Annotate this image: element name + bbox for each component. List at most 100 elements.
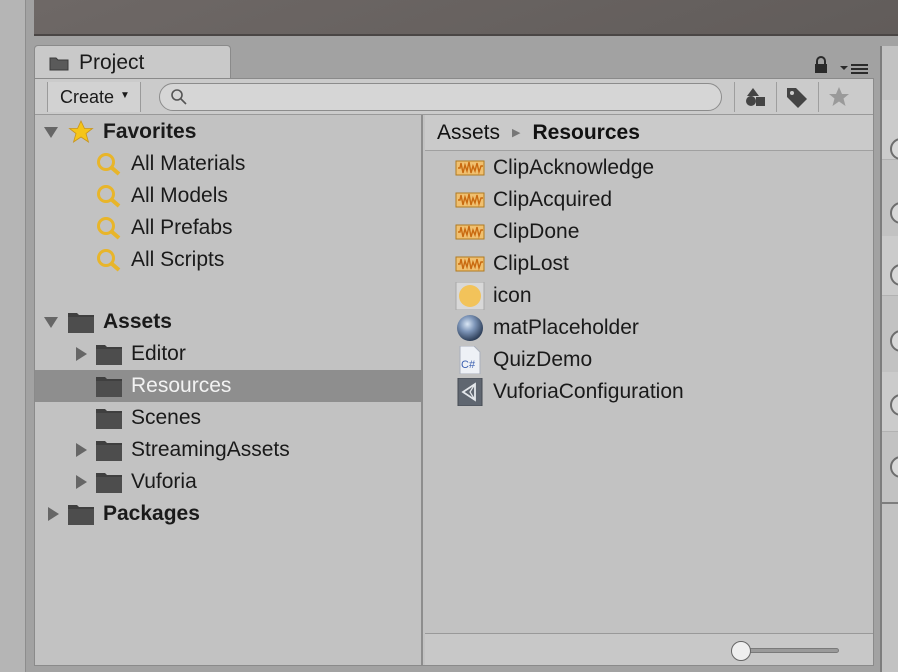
- search-box[interactable]: [159, 83, 722, 111]
- tab-project-label: Project: [79, 50, 145, 74]
- asset-item-clipacquired[interactable]: ClipAcquired: [455, 184, 855, 216]
- scene-view-strip: [34, 0, 898, 36]
- csharp-script-icon: C#: [459, 346, 481, 374]
- asset-item-quizdemo[interactable]: C# QuizDemo: [455, 344, 855, 376]
- tag-icon: [786, 88, 807, 108]
- create-label: Create: [60, 86, 115, 107]
- tree-item-label: Editor: [131, 342, 186, 365]
- material-sphere-icon: [457, 315, 483, 341]
- tree-item-resources[interactable]: Resources: [35, 370, 421, 402]
- asset-item-clipdone[interactable]: ClipDone: [455, 216, 855, 248]
- tree-item-scenes[interactable]: Scenes: [35, 402, 421, 434]
- tree-item-label: Assets: [103, 310, 172, 333]
- folder-icon: [68, 313, 94, 333]
- expand-right-arrow-icon[interactable]: [73, 346, 89, 362]
- asset-name: VuforiaConfiguration: [493, 380, 684, 403]
- tree-item-label: Packages: [103, 502, 200, 525]
- favorite-search-button[interactable]: [818, 82, 858, 112]
- create-dropdown-button[interactable]: Create ▼: [47, 82, 141, 112]
- tree-item-editor[interactable]: Editor: [35, 338, 421, 370]
- project-window: Create ▼ Favorites All Materials All Mod…: [34, 78, 874, 666]
- csharp-label: C#: [461, 359, 476, 371]
- texture-icon: [455, 282, 485, 310]
- asset-name: ClipAcquired: [493, 188, 613, 211]
- chevron-down-icon: ▼: [120, 89, 130, 101]
- asset-name: icon: [493, 284, 532, 307]
- tree-item-assets[interactable]: Assets: [35, 306, 421, 338]
- star-icon: [68, 120, 94, 143]
- tree-item-packages[interactable]: Packages: [35, 498, 421, 530]
- asset-name: ClipAcknowledge: [493, 156, 655, 179]
- star-icon: [828, 87, 849, 106]
- tree-item-label: All Models: [131, 184, 228, 207]
- saved-search-icon: [97, 217, 121, 240]
- asset-item-vuforiaconfiguration[interactable]: VuforiaConfiguration: [455, 376, 855, 408]
- audio-clip-icon: [455, 160, 485, 176]
- asset-name: matPlaceholder: [493, 316, 639, 339]
- pane-footer: [425, 633, 873, 665]
- folder-icon: [96, 345, 122, 365]
- expand-right-arrow-icon[interactable]: [73, 442, 89, 458]
- folder-icon: [49, 57, 69, 70]
- tree-item-all-scripts[interactable]: All Scripts: [35, 244, 421, 276]
- asset-item-clipacknowledge[interactable]: ClipAcknowledge: [455, 152, 855, 184]
- asset-name: ClipDone: [493, 220, 580, 243]
- audio-clip-icon: [455, 224, 485, 240]
- saved-search-icon: [97, 153, 121, 176]
- search-input[interactable]: [194, 88, 721, 106]
- breadcrumb-root[interactable]: Assets: [437, 121, 500, 145]
- asset-name: ClipLost: [493, 252, 569, 275]
- breadcrumb: Assets ▶ Resources: [425, 115, 873, 151]
- scriptable-object-icon: [457, 378, 483, 406]
- inspector-knob[interactable]: [890, 330, 898, 352]
- expand-down-arrow-icon[interactable]: [43, 124, 59, 140]
- tree-item-label: All Scripts: [131, 248, 225, 271]
- tree-item-label: Favorites: [103, 120, 197, 143]
- tree-item-label: Scenes: [131, 406, 202, 429]
- shapes-filter-icon: [745, 88, 765, 106]
- expand-right-arrow-icon[interactable]: [73, 474, 89, 490]
- tree-item-label: All Materials: [131, 152, 246, 175]
- lock-icon[interactable]: [813, 56, 829, 74]
- tree-item-label: Vuforia: [131, 470, 197, 493]
- tab-project[interactable]: Project: [34, 45, 231, 79]
- tree-item-all-models[interactable]: All Models: [35, 180, 421, 212]
- inspector-panel-edge: [880, 46, 898, 672]
- folder-contents-pane: Assets ▶ Resources ClipAcknowledge ClipA…: [425, 115, 873, 665]
- search-by-label-button[interactable]: [776, 82, 816, 112]
- search-by-type-button[interactable]: [734, 82, 774, 112]
- folder-icon: [96, 441, 122, 461]
- tree-item-streamingassets[interactable]: StreamingAssets: [35, 434, 421, 466]
- folder-tree: Favorites All Materials All Models All P…: [35, 115, 423, 665]
- tree-item-all-materials[interactable]: All Materials: [35, 148, 421, 180]
- window-menu-icon[interactable]: [840, 62, 870, 76]
- audio-clip-icon: [455, 256, 485, 272]
- asset-name: QuizDemo: [493, 348, 593, 371]
- breadcrumb-separator-icon: ▶: [512, 127, 521, 139]
- audio-clip-icon: [455, 192, 485, 208]
- folder-icon: [96, 409, 122, 429]
- folder-icon: [96, 473, 122, 493]
- breadcrumb-current[interactable]: Resources: [533, 121, 640, 145]
- project-toolbar: Create ▼: [35, 79, 873, 115]
- tree-item-favorites[interactable]: Favorites: [35, 116, 421, 148]
- asset-item-icon[interactable]: icon: [455, 280, 855, 312]
- inspector-knob[interactable]: [890, 202, 898, 224]
- thumbnail-size-slider[interactable]: [737, 648, 839, 653]
- asset-item-matplaceholder[interactable]: matPlaceholder: [455, 312, 855, 344]
- saved-search-icon: [97, 249, 121, 272]
- saved-search-icon: [97, 185, 121, 208]
- search-icon: [171, 89, 187, 105]
- expand-down-arrow-icon[interactable]: [43, 314, 59, 330]
- tree-item-label: All Prefabs: [131, 216, 233, 239]
- tree-item-vuforia[interactable]: Vuforia: [35, 466, 421, 498]
- slider-thumb[interactable]: [731, 641, 751, 661]
- tree-item-label: StreamingAssets: [131, 438, 290, 461]
- tree-item-label: Resources: [131, 374, 232, 397]
- tree-item-all-prefabs[interactable]: All Prefabs: [35, 212, 421, 244]
- folder-icon: [68, 505, 94, 525]
- inspector-knob[interactable]: [890, 456, 898, 478]
- expand-right-arrow-icon[interactable]: [45, 506, 61, 522]
- left-dock-gutter: [0, 0, 26, 672]
- asset-item-cliplost[interactable]: ClipLost: [455, 248, 855, 280]
